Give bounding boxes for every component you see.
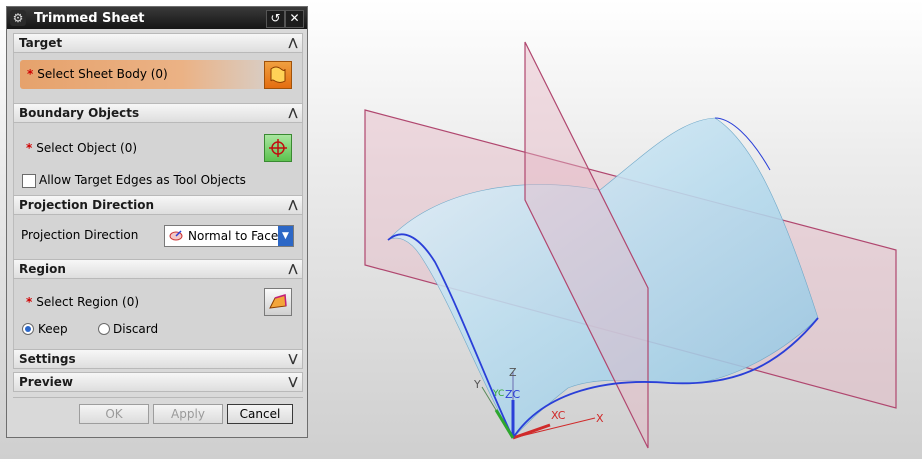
section-boundary-body: * Select Object (0) Allow Target Edges as…: [13, 123, 303, 195]
select-region-row[interactable]: * Select Region (0): [26, 295, 139, 309]
yc-axis-label: YC: [492, 389, 504, 399]
chevron-up-icon[interactable]: ⋀: [284, 34, 302, 52]
section-title: Region: [19, 262, 66, 276]
divider: [13, 397, 303, 398]
y-axis-label: Y: [473, 378, 481, 391]
chevron-up-icon[interactable]: ⋀: [284, 104, 302, 122]
select-region-label: Select Region (0): [36, 295, 140, 309]
section-projection-header[interactable]: Projection Direction ⋀: [13, 195, 303, 215]
section-target-body: * Select Sheet Body (0): [13, 53, 303, 103]
chevron-up-icon[interactable]: ⋀: [284, 196, 302, 214]
close-icon[interactable]: ✕: [285, 10, 304, 28]
dialog-title: Trimmed Sheet: [34, 10, 145, 26]
section-settings-header[interactable]: Settings ⋁: [13, 349, 303, 369]
section-title: Settings: [19, 352, 76, 366]
chevron-down-icon[interactable]: ⋁: [284, 373, 302, 391]
projection-direction-value: Normal to Face: [188, 229, 279, 243]
crosshair-icon[interactable]: [264, 134, 292, 162]
zc-axis-label: ZC: [505, 388, 521, 401]
select-object-label: Select Object (0): [36, 141, 138, 155]
section-preview-header[interactable]: Preview ⋁: [13, 372, 303, 392]
required-marker: *: [26, 141, 33, 155]
required-marker: *: [26, 295, 33, 309]
reset-arrow-icon[interactable]: ↺: [266, 10, 285, 28]
section-title: Preview: [19, 375, 74, 389]
allow-target-edges-checkbox[interactable]: [22, 174, 36, 188]
gear-icon[interactable]: ⚙: [10, 10, 26, 26]
region-icon[interactable]: [264, 288, 292, 316]
discard-radio[interactable]: [98, 323, 110, 335]
dialog-titlebar: ⚙ Trimmed Sheet ↺ ✕: [7, 7, 307, 29]
trimmed-sheet-dialog: ⚙ Trimmed Sheet ↺ ✕ Target ⋀ * Select She…: [6, 6, 308, 438]
normal-to-face-icon: [169, 230, 183, 241]
select-sheet-body-row[interactable]: * Select Sheet Body (0): [20, 60, 290, 89]
keep-radio[interactable]: [22, 323, 34, 335]
z-axis-label: Z: [509, 366, 517, 379]
select-sheet-body-label: Select Sheet Body (0): [37, 67, 168, 81]
allow-target-edges-label: Allow Target Edges as Tool Objects: [39, 173, 246, 187]
section-region-header[interactable]: Region ⋀: [13, 259, 303, 279]
xc-axis-label: XC: [551, 409, 566, 422]
section-title: Projection Direction: [19, 198, 155, 212]
select-object-row[interactable]: * Select Object (0): [26, 141, 137, 155]
chevron-up-icon[interactable]: ⋀: [284, 260, 302, 278]
cancel-button[interactable]: Cancel: [227, 404, 293, 424]
section-target-header[interactable]: Target ⋀: [13, 33, 303, 53]
projection-direction-label: Projection Direction: [21, 228, 139, 242]
section-region-body: * Select Region (0) Keep Discard: [13, 279, 303, 349]
section-boundary-header[interactable]: Boundary Objects ⋀: [13, 103, 303, 123]
x-axis-label: X: [596, 412, 604, 425]
sheet-body-icon[interactable]: [264, 61, 292, 89]
chevron-down-icon[interactable]: ▼: [278, 226, 293, 246]
discard-label: Discard: [113, 322, 159, 336]
projection-direction-select[interactable]: Normal to Face ▼: [164, 225, 294, 247]
chevron-down-icon[interactable]: ⋁: [284, 350, 302, 368]
required-marker: *: [27, 67, 34, 81]
section-title: Boundary Objects: [19, 106, 140, 120]
keep-label: Keep: [38, 322, 68, 336]
section-title: Target: [19, 36, 63, 50]
ok-button[interactable]: OK: [79, 404, 149, 424]
apply-button[interactable]: Apply: [153, 404, 223, 424]
graphics-viewport[interactable]: X Z Y XC ZC YC: [310, 0, 922, 459]
